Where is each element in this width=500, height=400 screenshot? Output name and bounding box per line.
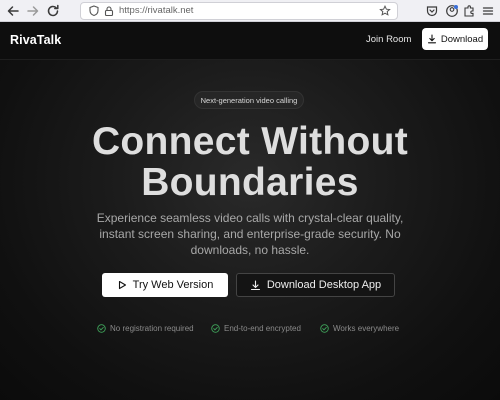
download-desktop-app-button[interactable]: Download Desktop App — [236, 273, 395, 297]
header-download-button[interactable]: Download — [422, 28, 488, 50]
browser-toolbar: https://rivatalk.net — [0, 0, 500, 22]
download-icon — [427, 34, 437, 44]
try-web-version-button[interactable]: Try Web Version — [102, 273, 228, 297]
forward-icon[interactable] — [25, 3, 41, 19]
join-room-link[interactable]: Join Room — [366, 34, 411, 45]
hero-title-line1: Connect Without — [91, 120, 409, 163]
feature-works-everywhere: Works everywhere — [320, 322, 399, 334]
hero-title-line2: Boundaries — [141, 161, 359, 204]
play-icon — [117, 280, 127, 290]
download-icon — [250, 279, 261, 291]
pocket-icon[interactable] — [425, 4, 439, 18]
menu-icon[interactable] — [481, 4, 495, 18]
extensions-icon[interactable] — [462, 4, 476, 18]
page-content: RivaTalk Join Room Download Next-generat… — [0, 22, 500, 400]
back-icon[interactable] — [5, 3, 21, 19]
reload-icon[interactable] — [45, 3, 61, 19]
url-text[interactable]: https://rivatalk.net — [119, 5, 193, 17]
feature-no-registration: No registration required — [97, 322, 194, 334]
hero-subtitle: Experience seamless video calls with cry… — [96, 211, 404, 257]
feature-label: No registration required — [110, 323, 194, 333]
account-icon[interactable] — [445, 4, 459, 18]
check-circle-icon — [97, 323, 106, 333]
star-icon[interactable] — [379, 5, 391, 17]
check-circle-icon — [211, 323, 220, 333]
try-web-version-label: Try Web Version — [132, 279, 214, 291]
feature-label: End-to-end encrypted — [224, 323, 301, 333]
site-header: RivaTalk Join Room Download — [0, 22, 500, 60]
download-desktop-app-label: Download Desktop App — [266, 279, 382, 291]
feature-label: Works everywhere — [333, 323, 400, 333]
address-bar[interactable]: https://rivatalk.net — [80, 2, 398, 20]
feature-encrypted: End-to-end encrypted — [211, 322, 301, 334]
site-logo[interactable]: RivaTalk — [10, 33, 61, 47]
lock-icon[interactable] — [103, 5, 115, 17]
header-download-label: Download — [440, 33, 484, 45]
check-circle-icon — [320, 323, 329, 333]
shield-icon[interactable] — [88, 5, 100, 17]
hero-badge: Next-generation video calling — [194, 91, 304, 109]
